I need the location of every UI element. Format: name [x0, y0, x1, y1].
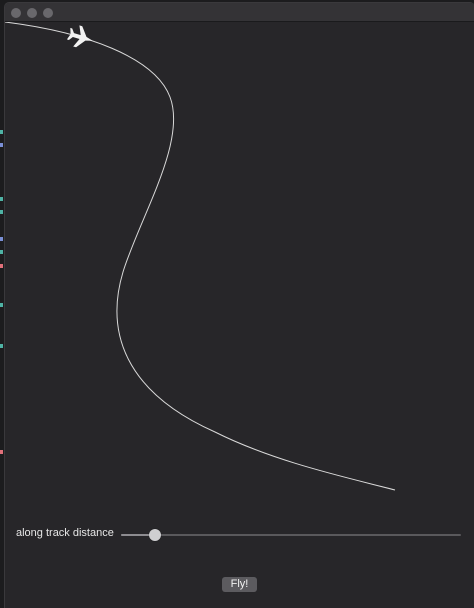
zoom-window-button[interactable] — [43, 8, 53, 18]
app-window: along track distance Fly! — [4, 2, 474, 608]
editor-text-fragment — [0, 237, 3, 241]
editor-text-fragment — [0, 303, 3, 307]
track-canvas — [5, 22, 396, 491]
title-bar[interactable] — [5, 3, 474, 22]
editor-text-fragment — [0, 264, 3, 268]
editor-text-fragment — [0, 143, 3, 147]
flight-track-path — [5, 22, 396, 491]
editor-text-fragment — [0, 250, 3, 254]
close-window-button[interactable] — [11, 8, 21, 18]
along-track-distance-slider[interactable] — [121, 529, 461, 541]
along-track-slider-row: along track distance — [5, 524, 474, 546]
airplane-icon — [66, 25, 93, 48]
slider-label: along track distance — [16, 527, 114, 539]
editor-text-fragment — [0, 210, 3, 214]
editor-text-fragment — [0, 130, 3, 134]
fly-button[interactable]: Fly! — [222, 577, 257, 592]
editor-text-fragment — [0, 344, 3, 348]
slider-thumb[interactable] — [149, 529, 161, 541]
editor-text-fragment — [0, 197, 3, 201]
minimize-window-button[interactable] — [27, 8, 37, 18]
editor-text-fragment — [0, 450, 3, 454]
